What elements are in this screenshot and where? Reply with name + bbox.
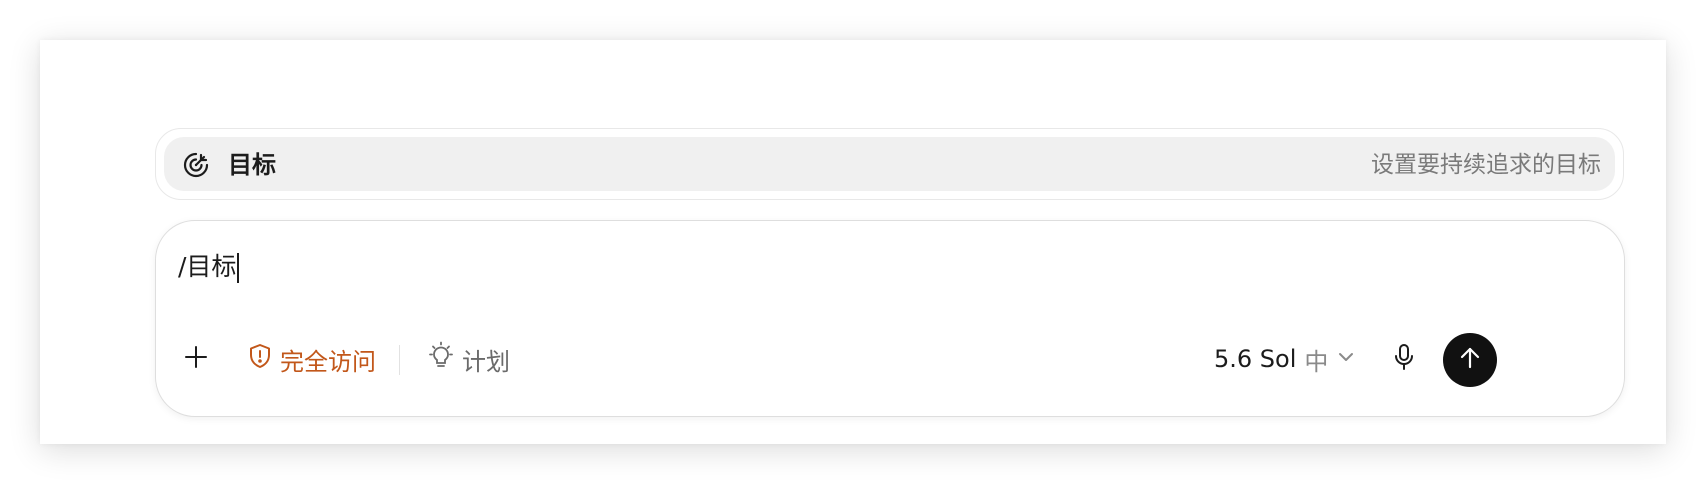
model-name: 5.6 Sol	[1214, 345, 1297, 373]
add-attachment-button[interactable]	[178, 341, 214, 377]
message-input[interactable]: /目标	[178, 249, 240, 285]
message-composer[interactable]: /目标 完全访问 计划 5.6 Sol 中	[155, 220, 1625, 417]
command-option-description: 设置要持续追求的目标	[1371, 152, 1601, 178]
app-window: 目标 设置要持续追求的目标 /目标 完全访问 计划 5.6 Sol 中	[40, 40, 1666, 444]
send-button[interactable]	[1443, 333, 1497, 387]
model-level: 中	[1304, 347, 1329, 376]
microphone-icon	[1391, 343, 1417, 375]
plan-mode-button[interactable]: 计划	[426, 341, 510, 377]
full-access-label: 完全访问	[280, 347, 376, 376]
toolbar-divider	[399, 345, 400, 375]
command-option-goal[interactable]: 目标 设置要持续追求的目标	[164, 137, 1615, 191]
plan-mode-label: 计划	[462, 347, 510, 376]
text-caret	[237, 253, 240, 283]
message-input-text: /目标	[178, 252, 237, 281]
goal-target-icon	[182, 151, 210, 179]
arrow-up-icon	[1457, 345, 1483, 375]
voice-input-button[interactable]	[1386, 341, 1422, 377]
model-selector[interactable]: 5.6 Sol 中	[1214, 341, 1356, 377]
full-access-button[interactable]: 完全访问	[246, 341, 376, 377]
chevron-down-icon	[1328, 345, 1356, 373]
lightbulb-icon	[426, 341, 462, 377]
slash-command-menu: 目标 设置要持续追求的目标	[155, 128, 1624, 200]
plus-icon	[183, 344, 209, 374]
command-option-label: 目标	[228, 151, 276, 179]
shield-alert-icon	[246, 342, 280, 376]
